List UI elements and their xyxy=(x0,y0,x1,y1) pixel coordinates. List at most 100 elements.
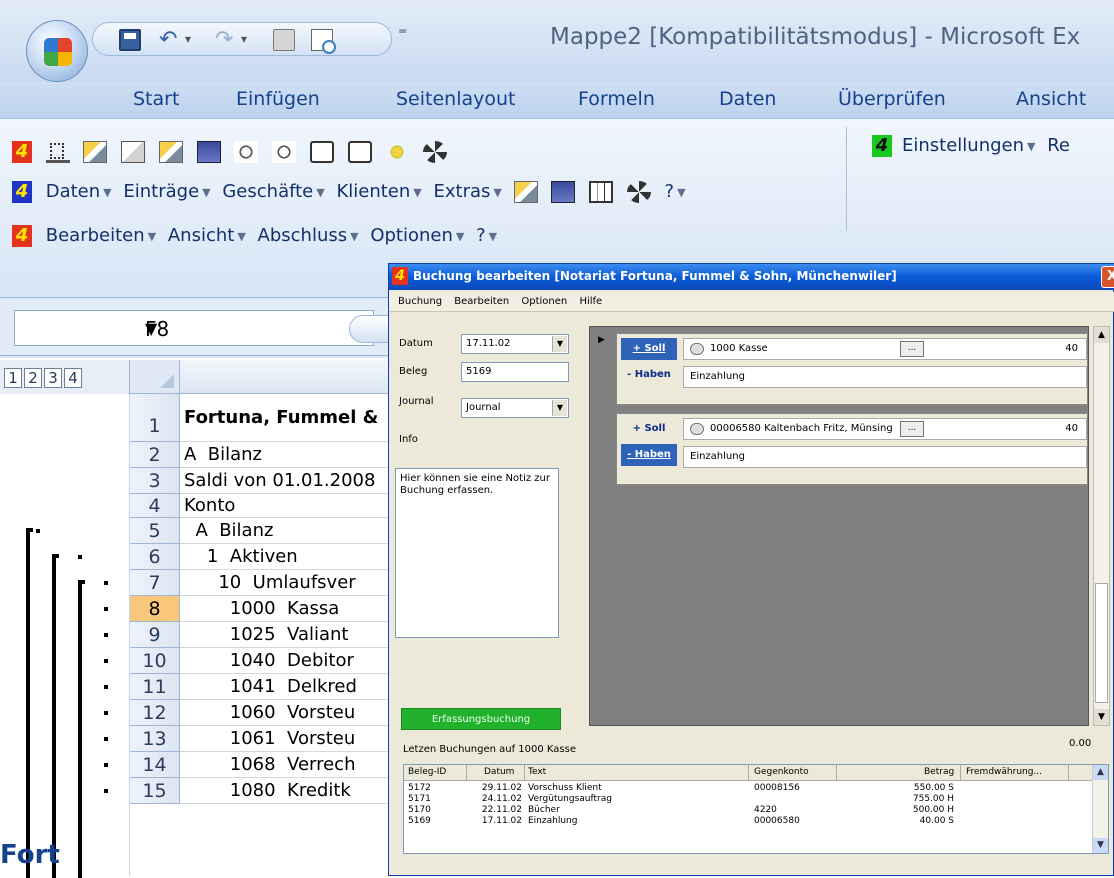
scroll-down-icon[interactable]: ▼ xyxy=(1094,709,1109,725)
dialog-title-bar[interactable]: 4 Buchung bearbeiten [Notariat Fortuna, … xyxy=(389,264,1114,290)
scroll-up-icon[interactable]: ▲ xyxy=(1093,765,1108,780)
outline-bracket[interactable] xyxy=(78,580,85,878)
account-field[interactable]: 1000 Kasse ... 40 xyxy=(683,338,1087,360)
note-textarea[interactable]: Hier können sie eine Notiz zur Buchung e… xyxy=(395,468,559,638)
outline-dot[interactable] xyxy=(104,659,108,663)
scroll-thumb[interactable] xyxy=(1095,583,1108,703)
menu-help-2[interactable]: ? ▼ xyxy=(476,225,497,246)
row-header[interactable]: 13 xyxy=(130,726,180,752)
edit-booking-icon[interactable] xyxy=(83,141,108,163)
redo-icon[interactable]: ↷ xyxy=(215,29,237,51)
journal-select[interactable]: Journal ▼ xyxy=(461,398,569,418)
row-header[interactable]: 2 xyxy=(130,442,180,468)
list-item[interactable]: 5170 22.11.02 Bücher 4220 500.00 H xyxy=(404,805,1094,816)
cell[interactable]: 1040 Debitor xyxy=(180,648,400,674)
tab-ueberpruefen[interactable]: Überprüfen xyxy=(838,88,946,110)
outline-dot[interactable] xyxy=(104,607,108,611)
customize-toolbar-icon[interactable]: ⁼ xyxy=(398,24,408,45)
outline-level-2[interactable]: 2 xyxy=(24,368,42,388)
outline-bracket[interactable] xyxy=(26,528,33,878)
row-header[interactable]: 7 xyxy=(130,570,180,596)
booking-list-icon[interactable] xyxy=(158,141,183,163)
tab-daten[interactable]: Daten xyxy=(719,88,776,110)
entries-scrollbar[interactable]: ▲ ▼ xyxy=(1093,326,1110,726)
print-preview-icon[interactable] xyxy=(311,29,336,54)
menu-extras[interactable]: Extras ▼ xyxy=(433,181,501,202)
row-header[interactable]: 4 xyxy=(130,494,180,518)
eraser-icon[interactable] xyxy=(234,141,259,163)
menu-ansicht[interactable]: Ansicht ▼ xyxy=(168,225,246,246)
menu-daten[interactable]: Daten ▼ xyxy=(46,181,112,202)
column-header-gegenkonto[interactable]: Gegenkonto xyxy=(754,767,809,777)
outline-dot[interactable] xyxy=(104,685,108,689)
outline-level-4[interactable]: 4 xyxy=(64,368,82,388)
outline-dot[interactable] xyxy=(104,581,108,585)
menu-buchung[interactable]: Buchung xyxy=(398,296,442,307)
select-all-corner[interactable] xyxy=(130,360,180,394)
row-header[interactable]: 14 xyxy=(130,752,180,778)
row-header[interactable]: 9 xyxy=(130,622,180,648)
cell[interactable]: 1060 Vorsteu xyxy=(180,700,400,726)
list-scrollbar[interactable]: ▲ ▼ xyxy=(1092,765,1108,853)
menu-klienten[interactable]: Klienten ▼ xyxy=(336,181,421,202)
tab-start[interactable]: Start xyxy=(133,88,179,110)
scroll-down-icon[interactable]: ▼ xyxy=(1093,838,1108,853)
row-header[interactable]: 10 xyxy=(130,648,180,674)
menu-eintraege[interactable]: Einträge ▼ xyxy=(123,181,210,202)
truncated-menu-label[interactable]: Re xyxy=(1047,135,1070,156)
booking-text-field[interactable]: Einzahlung xyxy=(683,366,1087,388)
datum-field[interactable]: 17.11.02 ▼ xyxy=(461,334,569,354)
row-header[interactable]: 3 xyxy=(130,468,180,494)
menu-help[interactable]: ? ▼ xyxy=(665,181,686,202)
outline-dot[interactable] xyxy=(104,737,108,741)
formula-toggle-button[interactable] xyxy=(349,315,389,343)
browse-button[interactable]: ... xyxy=(900,421,924,437)
tab-einfuegen[interactable]: Einfügen xyxy=(236,88,320,110)
outline-dot[interactable] xyxy=(104,711,108,715)
cell[interactable]: A Bilanz xyxy=(180,442,400,468)
cell[interactable]: Konto xyxy=(180,494,400,518)
table-icon[interactable] xyxy=(589,181,614,203)
chevron-down-icon[interactable]: ▼ xyxy=(552,336,567,352)
soll-button[interactable]: + Soll xyxy=(621,418,677,440)
cell[interactable]: 1000 Kassa xyxy=(180,596,400,622)
undo-dropdown-icon[interactable]: ▾ xyxy=(185,32,207,54)
office-button[interactable] xyxy=(26,20,88,82)
save-icon[interactable] xyxy=(119,29,141,51)
chevron-down-icon[interactable]: ▼ xyxy=(145,319,333,338)
chevron-down-icon[interactable]: ▼ xyxy=(552,400,567,416)
document-icon[interactable] xyxy=(309,141,334,163)
list-item[interactable]: 5172 29.11.02 Vorschuss Klient 00008156 550.… xyxy=(404,783,1094,794)
account-field[interactable]: 00006580 Kaltenbach Fritz, Münsing ... 4… xyxy=(683,418,1087,440)
haben-button[interactable]: - Haben xyxy=(621,364,677,386)
new-booking-icon[interactable] xyxy=(121,141,146,163)
booking-text-field[interactable]: Einzahlung xyxy=(683,446,1087,468)
row-header[interactable]: 8 xyxy=(130,596,180,622)
beleg-field[interactable]: 5169 xyxy=(461,362,569,382)
menu-hilfe[interactable]: Hilfe xyxy=(579,296,602,307)
tab-seitenlayout[interactable]: Seitenlayout xyxy=(396,88,516,110)
cell[interactable]: A Bilanz xyxy=(180,518,400,544)
settings-menu[interactable]: 4 Einstellungen ▼ Re xyxy=(872,135,1070,157)
magic-icon[interactable] xyxy=(385,141,410,163)
cell[interactable]: 1025 Valiant xyxy=(180,622,400,648)
dotted-select-icon[interactable] xyxy=(45,141,70,163)
row-header[interactable]: 6 xyxy=(130,544,180,570)
outline-dot[interactable] xyxy=(104,633,108,637)
list-item[interactable]: 5169 17.11.02 Einzahlung 00006580 40.00 S xyxy=(404,816,1094,827)
cell[interactable]: Fortuna, Fummel & xyxy=(180,394,400,442)
cell[interactable]: Saldi von 01.01.2008 xyxy=(180,468,400,494)
menu-optionen[interactable]: Optionen xyxy=(521,296,567,307)
close-icon[interactable]: X xyxy=(1101,266,1114,288)
row-header[interactable]: 1 xyxy=(130,394,180,442)
tab-formeln[interactable]: Formeln xyxy=(578,88,655,110)
column-header-fremdwaehrung[interactable]: Fremdwährung... xyxy=(966,767,1042,777)
cell[interactable]: 1 Aktiven xyxy=(180,544,400,570)
column-header[interactable] xyxy=(180,360,400,394)
cell[interactable]: 1041 Delkred xyxy=(180,674,400,700)
scroll-up-icon[interactable]: ▲ xyxy=(1094,327,1109,343)
row-header[interactable]: 11 xyxy=(130,674,180,700)
cell[interactable]: 1061 Vorsteu xyxy=(180,726,400,752)
outline-level-1[interactable]: 1 xyxy=(4,368,22,388)
list-item[interactable]: 5171 24.11.02 Vergütungsauftrag 755.00 H xyxy=(404,794,1094,805)
